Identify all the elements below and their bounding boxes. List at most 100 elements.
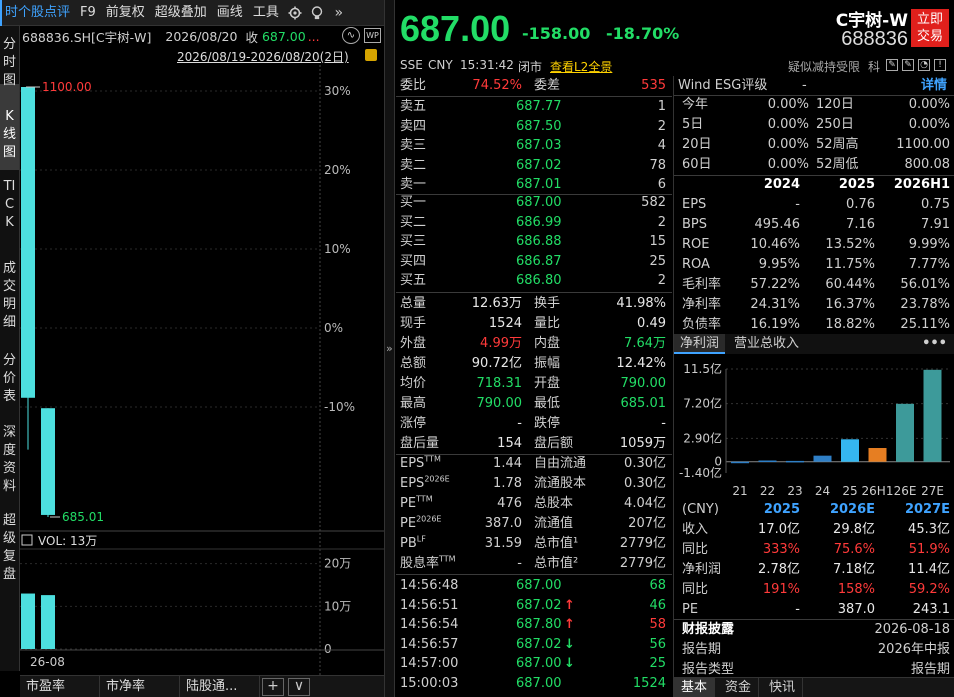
kline-chart[interactable]: 30% 20% 10% 0% -10% 1100.00 685.01 VOL: 13万 20万 1… [20,65,384,675]
tab-net-profit[interactable]: 净利润 [674,334,726,354]
tick-time: 14:56:54 [400,617,459,633]
tab-total-revenue[interactable]: 营业总收入 [734,334,799,354]
tick-price: 687.02 [516,597,562,613]
bid-volume: 582 [641,195,666,210]
tab-pb[interactable]: 市净率 [100,676,180,697]
ask-volume: 1 [657,99,666,114]
double-chevron-right-icon[interactable]: » [328,0,350,26]
tick-volume: 46 [649,597,666,613]
orderbook-panel: 委比 74.52% 委差 535 卖五 687.77 1 卖四 687.50 2 卖三 687.03 4… [396,76,672,697]
tab-intraday[interactable]: 分时图 [0,26,19,88]
chart-date-range[interactable]: 2026/08/19-2026/08/20(2日) [177,48,349,65]
perf-label: 今年 [682,97,709,112]
profit-bar[interactable] [786,460,804,463]
profit-x-tick: 26H1 [862,484,894,498]
kline-volume-bar[interactable] [21,593,35,649]
stock-code: 688836 [841,28,908,50]
right-bottom-tab[interactable]: 快讯 [762,678,804,697]
gear-icon[interactable] [284,0,306,26]
kline-candle[interactable] [41,408,55,515]
tick-row: 14:56:48 687.00 68 [396,576,672,596]
tick-volume: 68 [649,578,666,593]
stat-row: 最高 790.00 最低 685.01 [396,394,672,414]
fin-value: 495.46 [754,217,801,232]
bid-volume: 15 [649,234,666,249]
tab-pe[interactable]: 市盈率 [20,676,100,697]
trade-now-button[interactable]: 立即 交易 [911,9,949,47]
ask-label: 卖五 [400,99,427,114]
kline-candle[interactable] [21,87,35,398]
toolbar-super-overlay[interactable]: 超级叠加 [150,0,212,26]
fund-label: 股息率 [400,556,440,571]
profit-x-tick: 21 [732,484,747,498]
edit2-icon[interactable]: ✎ [902,59,914,71]
kline-panel: 时个股点评 F9 前复权 超级叠加 画线 工具 » 688836.SH[C宇树-… [0,0,384,697]
pulse-icon[interactable]: ∿ [342,27,360,44]
tab-tick[interactable]: TICK [0,170,19,256]
ask-label: 卖二 [400,157,427,173]
more-options-icon[interactable]: ••• [922,334,947,354]
tab-kline[interactable]: K线图 [0,84,19,170]
tab-super-review[interactable]: 超级复盘 [0,508,19,596]
profit-bar[interactable] [813,455,832,462]
ask-row: 卖二 687.02 78 [396,156,672,176]
chart-more-dots: ... [307,28,320,44]
disclosure-date: 2026-08-18 [874,622,950,637]
esg-detail-link[interactable]: 详情 [921,76,947,96]
net-profit-chart[interactable]: 11.5亿7.20亿2.90亿0-1.40亿21 22 23 24 25 26H1 26E 2… [674,357,954,499]
fin-value: 60.44% [825,277,875,292]
toolbar-draw-line[interactable]: 画线 [212,0,248,26]
profit-bar[interactable] [731,461,749,464]
industry-tag: 科 [868,60,881,74]
tab-price-table[interactable]: 分价表 [0,348,19,420]
fund-label: 自由流通 [534,456,587,471]
fin-value: - [795,197,800,212]
tick-row: 14:56:51 687.02 ↑ 46 [396,596,672,616]
expand-arrow-icon[interactable]: » [386,342,393,355]
kline-date-label: 26-08 [30,655,65,669]
right-bottom-tab[interactable]: 资金 [718,678,760,697]
panel-divider[interactable]: » [384,0,395,697]
add-tab-button[interactable]: + [262,678,284,696]
fin-value: 9.99% [908,237,950,252]
forecast-value: 158% [837,582,875,597]
tab-dropdown-button[interactable]: ∨ [288,678,310,696]
ask-volume: 6 [657,177,666,192]
wp-icon[interactable]: WP [364,28,381,43]
collapse-box-icon[interactable] [21,534,33,546]
vertical-tabs: 分时图 K线图 TICK 成交明细 分价表 深度资料 超级复盘 [0,26,20,671]
profit-bar[interactable] [868,448,887,462]
bid-row: 买五 686.80 2 [396,271,672,291]
vertical-tab-label: 成交明细 [3,261,17,330]
vertical-tab-label: 超级复盘 [3,513,17,582]
esg-value: - [802,78,807,93]
kline-volume-bar[interactable] [41,595,55,649]
tab-connect[interactable]: 陆股通... [180,676,260,697]
perf-label: 120日 [816,97,854,112]
lock-icon[interactable] [365,49,377,61]
exchange: SSE [400,58,423,72]
perf-label: 250日 [816,117,854,132]
toolbar-f9[interactable]: F9 [75,0,101,26]
performance-row: 今年 0.00% 120日 0.00% [674,95,954,115]
fund-value: 2779亿 [619,556,666,571]
toolbar-tools[interactable]: 工具 [248,0,284,26]
suspect-restriction: 疑似减持受限 [788,60,861,74]
profit-bar[interactable] [896,403,914,462]
alert-icon[interactable]: ! [934,59,946,71]
stat-row: 外盘 4.99万 内盘 7.64万 [396,334,672,354]
bid-price: 687.00 [516,195,562,210]
tab-depth-data[interactable]: 深度资料 [0,420,19,508]
fund-label: 总市值¹ [534,536,579,551]
edit-icon[interactable]: ✎ [886,59,898,71]
tab-trade-detail[interactable]: 成交明细 [0,256,19,348]
toolbar-stock-review[interactable]: 时个股点评 [0,0,75,26]
toolbar-forward-adjust[interactable]: 前复权 [101,0,150,26]
bell-icon[interactable]: ◔ [918,59,930,71]
right-bottom-tab[interactable]: 基本 [674,678,716,697]
l2-link[interactable]: 查看L2全景 [550,58,612,75]
profit-bar[interactable] [841,439,859,462]
bulb-icon[interactable] [306,0,328,26]
profit-bar[interactable] [758,460,777,463]
profit-bar[interactable] [923,369,942,462]
